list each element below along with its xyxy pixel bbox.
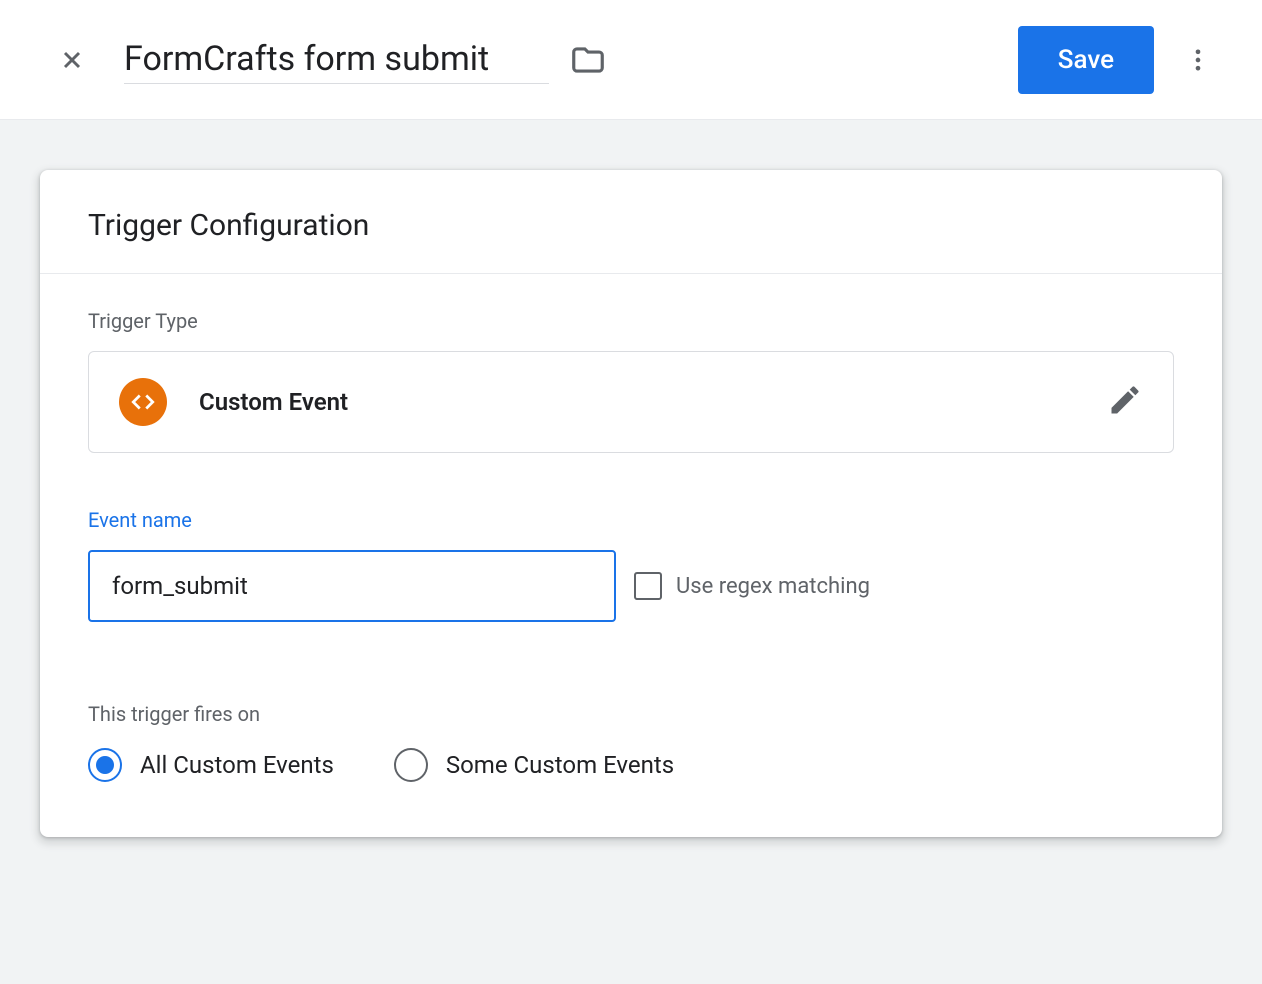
more-menu-button[interactable] — [1174, 36, 1222, 84]
trigger-type-label: Trigger Type — [88, 309, 1174, 333]
regex-checkbox[interactable]: Use regex matching — [634, 572, 870, 600]
event-name-label: Event name — [88, 508, 1174, 532]
card-body: Trigger Type Custom Event Event name — [40, 274, 1222, 837]
header-actions: Save — [1018, 26, 1222, 94]
close-button[interactable] — [50, 38, 94, 82]
radio-icon — [394, 748, 428, 782]
trigger-config-card: Trigger Configuration Trigger Type Custo… — [40, 170, 1222, 837]
trigger-type-value: Custom Event — [199, 388, 1075, 416]
event-name-input[interactable] — [88, 550, 616, 622]
regex-checkbox-label: Use regex matching — [676, 574, 870, 599]
card-header: Trigger Configuration — [40, 170, 1222, 274]
title-container — [124, 35, 1018, 84]
more-vert-icon — [1184, 46, 1212, 74]
save-button[interactable]: Save — [1018, 26, 1154, 94]
radio-label: All Custom Events — [140, 751, 334, 779]
radio-all-custom-events[interactable]: All Custom Events — [88, 748, 334, 782]
event-name-row: Use regex matching — [88, 550, 1174, 622]
trigger-type-selector[interactable]: Custom Event — [88, 351, 1174, 453]
edit-icon[interactable] — [1107, 382, 1143, 422]
card-title: Trigger Configuration — [88, 208, 1174, 243]
radio-label: Some Custom Events — [446, 751, 674, 779]
radio-icon — [88, 748, 122, 782]
checkbox-icon — [634, 572, 662, 600]
fires-on-radio-group: All Custom Events Some Custom Events — [88, 748, 1174, 782]
page-header: Save — [0, 0, 1262, 120]
custom-event-icon — [119, 378, 167, 426]
content-area: Trigger Configuration Trigger Type Custo… — [0, 120, 1262, 984]
close-icon — [58, 46, 86, 74]
radio-some-custom-events[interactable]: Some Custom Events — [394, 748, 674, 782]
trigger-name-input[interactable] — [124, 35, 549, 84]
folder-icon[interactable] — [569, 41, 607, 79]
fires-on-label: This trigger fires on — [88, 702, 1174, 726]
